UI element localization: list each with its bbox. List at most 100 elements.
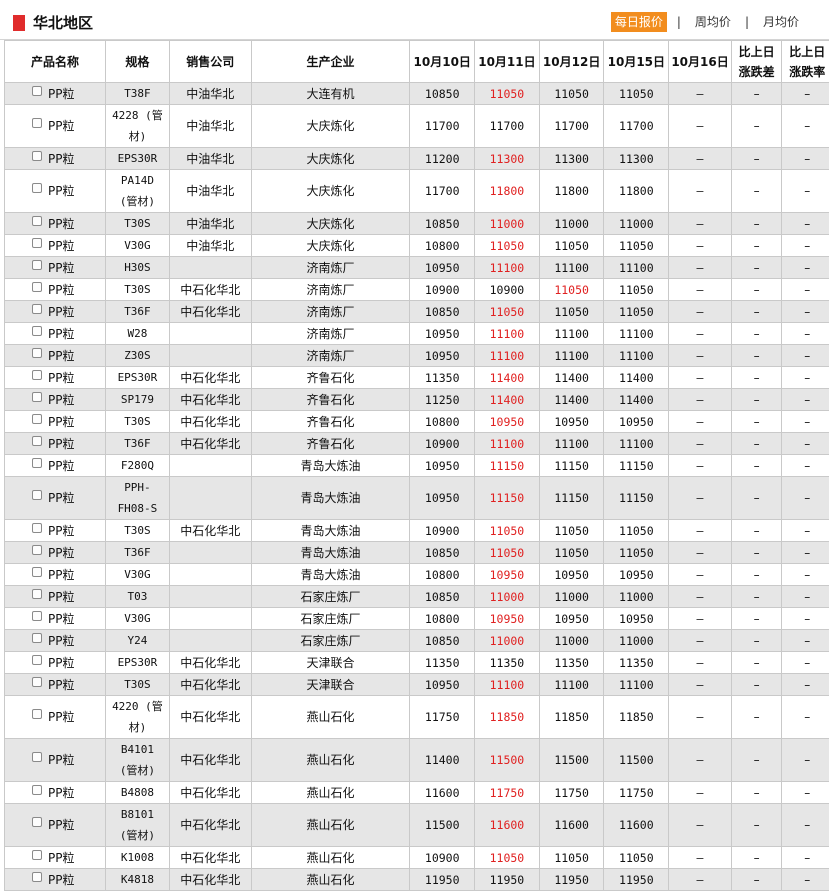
- row-checkbox[interactable]: [32, 392, 42, 402]
- cell-oct-11: 11000: [474, 585, 540, 608]
- cell-oct-12: 11600: [538, 803, 605, 847]
- cell-spec: T30S: [105, 673, 170, 696]
- cell-oct-16: –: [668, 104, 732, 148]
- row-checkbox[interactable]: [32, 850, 42, 860]
- cell-seller: [168, 256, 252, 279]
- cell-change-rate: –: [781, 300, 829, 323]
- row-checkbox[interactable]: [32, 752, 42, 762]
- row-checkbox[interactable]: [32, 118, 42, 128]
- table-header-row: 产品名称 规格 销售公司 生产企业 10月10日 10月11日 10月12日 1…: [3, 40, 829, 83]
- row-checkbox[interactable]: [32, 611, 42, 621]
- cell-product: PP粒: [3, 629, 107, 652]
- cell-oct-12: 11150: [538, 476, 605, 520]
- cell-producer: 燕山石化: [250, 738, 411, 782]
- cell-producer: 齐鲁石化: [250, 410, 411, 433]
- cell-oct-16: –: [668, 738, 732, 782]
- cell-oct-15: 11050: [603, 234, 670, 257]
- row-checkbox[interactable]: [32, 216, 42, 226]
- cell-oct-15: 11500: [603, 738, 670, 782]
- row-checkbox[interactable]: [32, 545, 42, 555]
- cell-oct-16: –: [668, 695, 732, 739]
- col-change-rate-line2: 涨跌率: [789, 64, 826, 79]
- cell-oct-16: –: [668, 803, 732, 847]
- cell-oct-10: 11400: [409, 738, 476, 782]
- row-checkbox[interactable]: [32, 872, 42, 882]
- cell-oct-15: 11700: [603, 104, 670, 148]
- col-seller: 销售公司: [168, 40, 252, 83]
- col-oct-10: 10月10日: [409, 40, 476, 83]
- row-checkbox[interactable]: [32, 490, 42, 500]
- cell-producer: 青岛大炼油: [250, 563, 411, 586]
- cell-producer: 石家庄炼厂: [250, 607, 411, 630]
- row-checkbox[interactable]: [32, 282, 42, 292]
- cell-oct-15: 11050: [603, 278, 670, 301]
- cell-oct-12: 11100: [538, 344, 605, 367]
- row-checkbox[interactable]: [32, 370, 42, 380]
- cell-oct-15: 11050: [603, 541, 670, 564]
- table-row: PP粒 T30S 中油华北 大庆炼化 10850 11000 11000 11000– – –: [3, 212, 829, 235]
- row-checkbox[interactable]: [32, 348, 42, 358]
- cell-change-diff: –: [730, 738, 783, 782]
- cell-change-diff: –: [730, 388, 783, 411]
- cell-product: PP粒: [3, 104, 107, 148]
- row-checkbox[interactable]: [32, 260, 42, 270]
- cell-oct-12: 11950: [538, 868, 605, 891]
- cell-seller: [168, 563, 252, 586]
- row-checkbox[interactable]: [32, 785, 42, 795]
- product-label: PP粒: [48, 753, 75, 767]
- cell-oct-10: 11700: [409, 104, 476, 148]
- row-checkbox[interactable]: [32, 655, 42, 665]
- row-checkbox[interactable]: [32, 414, 42, 424]
- cell-oct-10: 10950: [409, 344, 476, 367]
- row-checkbox[interactable]: [32, 677, 42, 687]
- tab-monthly-average[interactable]: 月均价: [759, 12, 803, 32]
- table-row: PP粒 PPH-FH08-S 青岛大炼油 10950 11150 11150 11150– –…: [3, 476, 829, 520]
- cell-oct-16: –: [668, 585, 732, 608]
- cell-producer: 燕山石化: [250, 868, 411, 891]
- cell-oct-12: 11150: [538, 454, 605, 477]
- cell-oct-11: 11050: [474, 519, 540, 542]
- cell-spec: T36F: [105, 541, 170, 564]
- cell-oct-11: 11750: [474, 781, 540, 804]
- row-checkbox[interactable]: [32, 326, 42, 336]
- row-checkbox[interactable]: [32, 183, 42, 193]
- row-checkbox[interactable]: [32, 238, 42, 248]
- table-row: PP粒 T30S 中石化华北 青岛大炼油 10900 11050 11050 11050– – –: [3, 519, 829, 542]
- cell-seller: [168, 454, 252, 477]
- cell-spec: 4220 (管材): [105, 695, 170, 739]
- row-checkbox[interactable]: [32, 709, 42, 719]
- cell-oct-16: –: [668, 234, 732, 257]
- title-marker: [13, 15, 25, 31]
- row-checkbox[interactable]: [32, 458, 42, 468]
- row-checkbox[interactable]: [32, 523, 42, 533]
- cell-change-rate: –: [781, 563, 829, 586]
- table-row: PP粒 K4818 中石化华北 燕山石化 11950 11950 11950 11950– – –: [3, 868, 829, 891]
- row-checkbox[interactable]: [32, 567, 42, 577]
- row-checkbox[interactable]: [32, 151, 42, 161]
- cell-producer: 大庆炼化: [250, 147, 411, 170]
- cell-change-rate: –: [781, 366, 829, 389]
- row-checkbox[interactable]: [32, 817, 42, 827]
- cell-oct-11: 10950: [474, 607, 540, 630]
- row-checkbox[interactable]: [32, 436, 42, 446]
- row-checkbox[interactable]: [32, 589, 42, 599]
- cell-seller: [168, 629, 252, 652]
- product-label: PP粒: [48, 850, 75, 865]
- cell-oct-10: 10850: [409, 82, 476, 105]
- cell-oct-16: –: [668, 322, 732, 345]
- cell-oct-16: –: [668, 410, 732, 433]
- cell-oct-12: 11050: [538, 82, 605, 105]
- table-row: PP粒 T36F 中石化华北 济南炼厂 10850 11050 11050 11050– – –: [3, 300, 829, 323]
- cell-oct-16: –: [668, 607, 732, 630]
- cell-change-rate: –: [781, 388, 829, 411]
- cell-oct-16: –: [668, 651, 732, 674]
- cell-oct-11: 11350: [474, 651, 540, 674]
- cell-spec: T36F: [105, 300, 170, 323]
- tab-daily-quote[interactable]: 每日报价: [610, 12, 667, 32]
- cell-producer: 大庆炼化: [250, 212, 411, 235]
- row-checkbox[interactable]: [32, 304, 42, 314]
- cell-producer: 大连有机: [250, 82, 411, 105]
- row-checkbox[interactable]: [32, 633, 42, 643]
- tab-weekly-average[interactable]: 周均价: [691, 12, 735, 32]
- row-checkbox[interactable]: [32, 86, 42, 96]
